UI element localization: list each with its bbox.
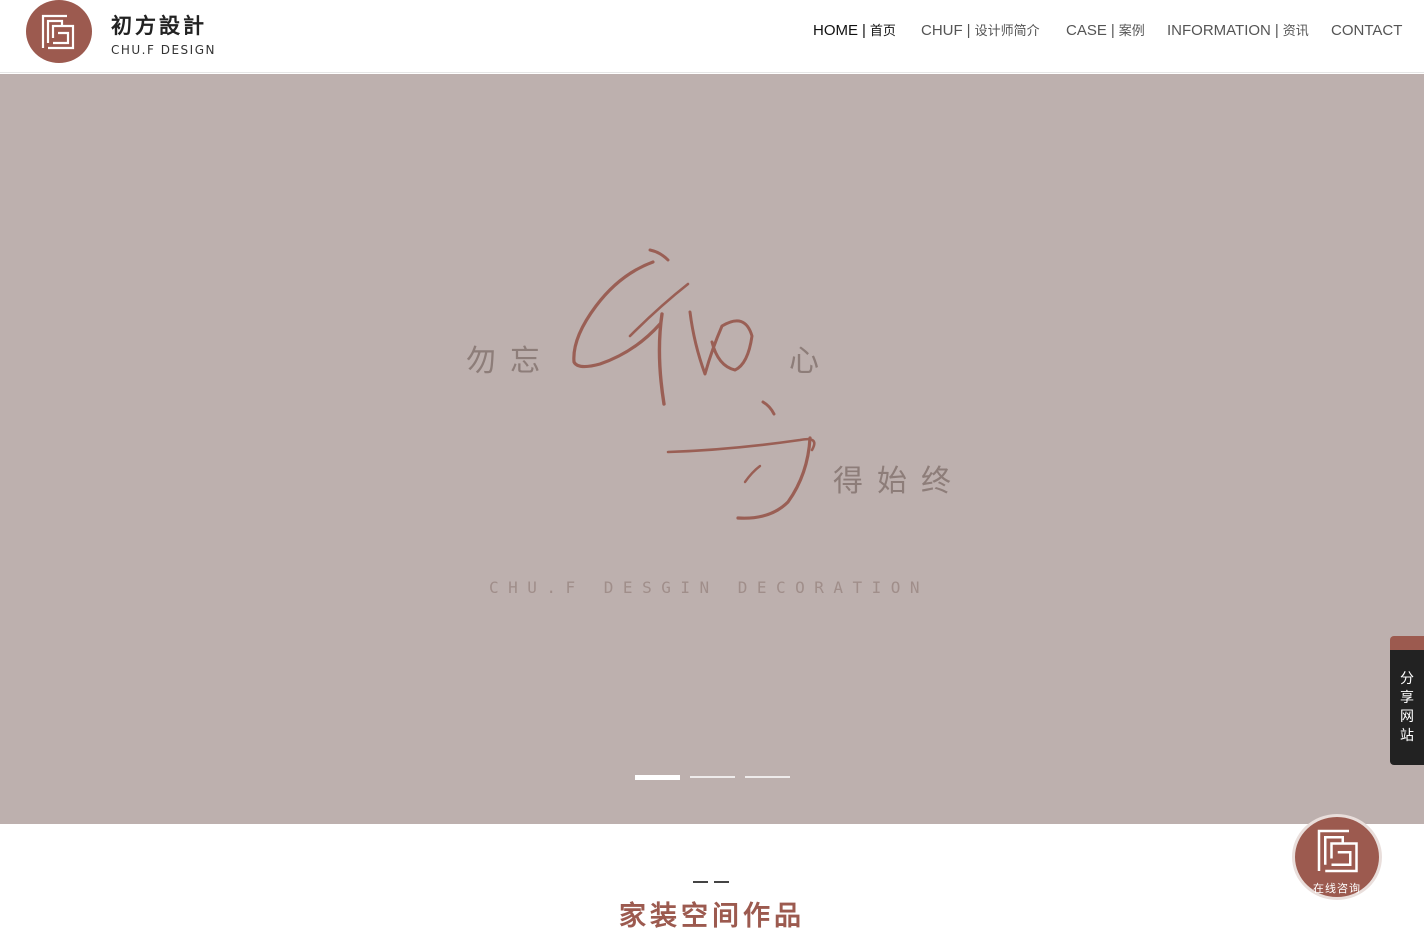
hero-brand-line: CHU.F DESGIN DECORATION	[489, 578, 930, 597]
square-spiral-logo-icon	[1317, 829, 1358, 873]
online-consult-button[interactable]: 在线咨询	[1292, 814, 1382, 900]
main-nav: HOME | 首页 CHUF | 设计师简介 CASE | 案例 INFORMATION | 资…	[0, 22, 1424, 42]
hero-banner[interactable]: 勿忘 心 得始终 CHU.F DESGIN DECORATION	[0, 74, 1424, 824]
slogan-left: 勿忘	[466, 344, 554, 379]
calligraphy-artwork	[572, 248, 816, 520]
consult-label: 在线咨询	[1313, 882, 1361, 895]
nav-item-case[interactable]: CASE | 案例	[1066, 22, 1145, 41]
slider-pagination	[635, 775, 795, 782]
nav-item-home[interactable]: HOME | 首页	[813, 22, 896, 41]
share-label: 分 享 网 站	[1400, 671, 1414, 744]
nav-item-chuf[interactable]: CHUF | 设计师简介	[921, 22, 1040, 41]
nav-item-information[interactable]: INFORMATION | 资讯	[1167, 22, 1309, 41]
slider-dot-3[interactable]	[745, 776, 790, 778]
nav-item-contact[interactable]: CONTACT	[1331, 22, 1402, 40]
section-divider	[693, 881, 729, 883]
slogan-heart: 心	[789, 344, 833, 379]
slogan-right: 得始终	[833, 464, 965, 499]
share-site-button[interactable]: 分 享 网 站	[1390, 650, 1424, 765]
brand-name-en: CHU.F DESIGN	[111, 43, 216, 57]
share-toggle-tab[interactable]	[1390, 636, 1424, 650]
slider-dot-1[interactable]	[635, 775, 680, 780]
site-header: 初方設計 CHU.F DESIGN HOME | 首页 CHUF | 设计师简介 CAS…	[0, 0, 1424, 73]
section-title: 家装空间作品	[619, 901, 805, 932]
slider-dot-2[interactable]	[690, 776, 735, 778]
